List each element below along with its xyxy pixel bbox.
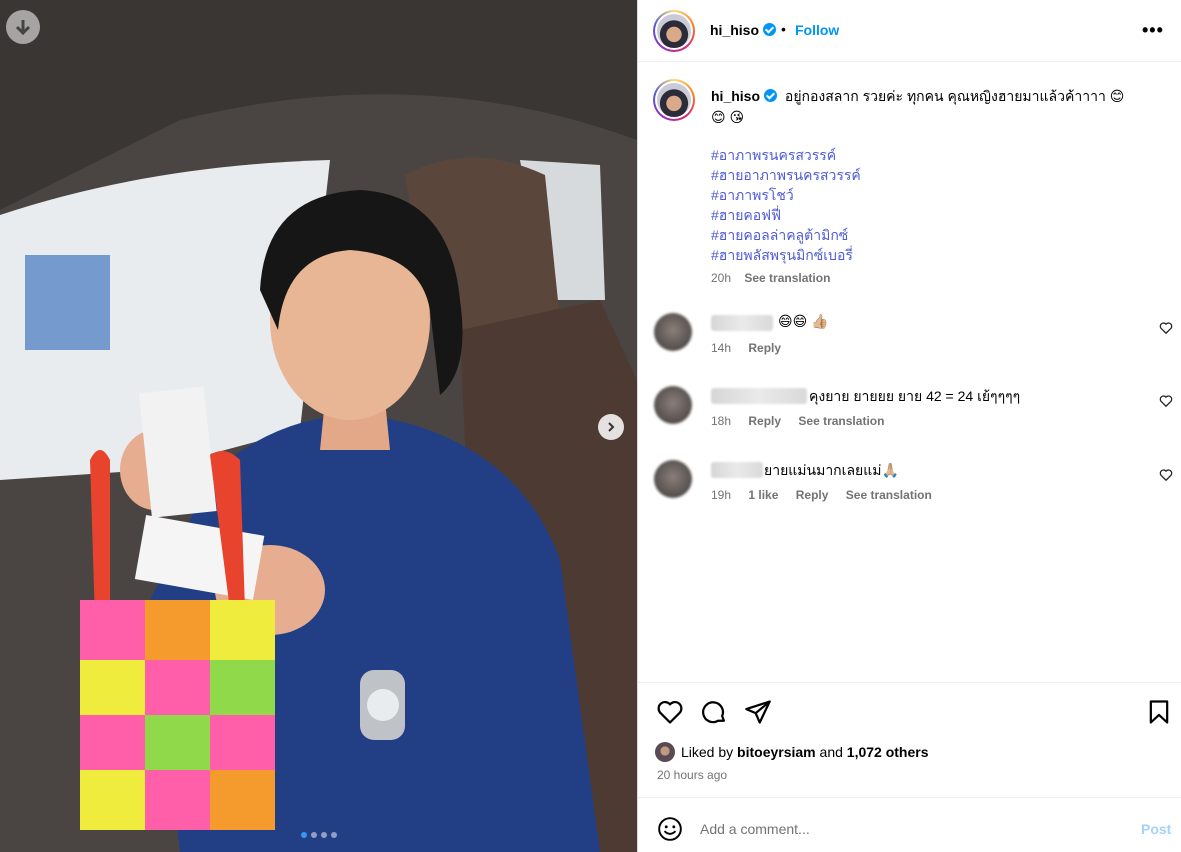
hashtag-link[interactable]: #อาภาพรนครสวรรค์: [711, 145, 861, 165]
see-translation-link[interactable]: See translation: [798, 414, 884, 428]
verified-badge-icon: [764, 89, 778, 102]
more-options-icon[interactable]: •••: [1142, 20, 1164, 41]
carousel-dot: [310, 832, 317, 838]
likes-joiner: and: [819, 744, 843, 760]
reply-button[interactable]: Reply: [748, 341, 781, 355]
comment-meta: 19h 1 like Reply See translation: [711, 488, 946, 502]
comment-item: 😄😄 👍🏼 14h Reply: [638, 313, 1181, 373]
arrow-down-icon: [15, 20, 31, 36]
carousel-indicator: [0, 832, 637, 838]
like-comment-heart-icon[interactable]: [1159, 468, 1173, 482]
comment-item: ยายแม่นมากเลยแม่🙏🏼 19h 1 like Reply See …: [638, 460, 1181, 520]
comment-text: 😄😄 👍🏼: [778, 313, 829, 329]
like-heart-icon[interactable]: [656, 698, 684, 726]
hashtag-link[interactable]: #อาภาพรโชว์: [711, 185, 861, 205]
commenter-username-blurred[interactable]: [711, 315, 773, 331]
download-button[interactable]: [6, 10, 40, 44]
like-comment-heart-icon[interactable]: [1159, 394, 1173, 408]
author-username[interactable]: hi_hiso: [710, 22, 777, 38]
comment-meta: 14h Reply: [711, 341, 795, 355]
save-bookmark-icon[interactable]: [1145, 698, 1173, 726]
likes-prefix: Liked by: [681, 744, 734, 760]
post-header: hi_hiso • Follow •••: [638, 0, 1181, 62]
likes-summary: Liked by bitoeyrsiam and 1,072 others: [655, 742, 929, 762]
likes-others-count[interactable]: 1,072 others: [847, 744, 929, 760]
post-details-panel: hi_hiso • Follow ••• hi_hiso อยู่กองสลาก…: [637, 0, 1181, 852]
commenter-username-blurred[interactable]: [711, 462, 763, 478]
see-translation-link[interactable]: See translation: [744, 271, 830, 285]
comment-time: 19h: [711, 488, 732, 502]
liker-avatar[interactable]: [655, 742, 675, 762]
comment-meta: 18h Reply See translation: [711, 414, 898, 428]
commenter-username-blurred[interactable]: [711, 388, 807, 404]
carousel-dot: [320, 832, 327, 838]
post-photo: [0, 0, 637, 852]
caption-text-line2: 😊 😘: [711, 109, 745, 125]
caption-text: อยู่กองสลาก รวยค่ะ ทุกคน คุณหญิงฮายมาแล้…: [784, 88, 1125, 104]
caption-author-avatar[interactable]: [653, 79, 695, 121]
comment-text: คุงยาย ยายยย ยาย 42 = 24 เย้ๆๆๆๆ: [809, 388, 1021, 404]
commenter-avatar[interactable]: [654, 460, 692, 498]
hashtag-link[interactable]: #ฮายคอลล่าคลูต้ามิกซ์: [711, 225, 861, 245]
reply-button[interactable]: Reply: [796, 488, 829, 502]
chevron-right-icon: [608, 422, 615, 432]
carousel-next-button[interactable]: [598, 414, 624, 440]
comment-input[interactable]: Add a comment...: [700, 821, 810, 837]
carousel-dot: [330, 832, 337, 838]
comment-like-count[interactable]: 1 like: [748, 488, 778, 502]
separator-dot: •: [781, 21, 786, 37]
author-avatar[interactable]: [653, 10, 695, 52]
see-translation-link[interactable]: See translation: [846, 488, 932, 502]
caption: hi_hiso อยู่กองสลาก รวยค่ะ ทุกคน คุณหญิง…: [711, 86, 1151, 128]
commenter-avatar[interactable]: [654, 386, 692, 424]
hashtag-link[interactable]: #ฮายอาภาพรนครสวรรค์: [711, 165, 861, 185]
like-comment-heart-icon[interactable]: [1159, 321, 1173, 335]
hashtag-link[interactable]: #ฮายพลัสพรุนมิกซ์เบอรี่: [711, 245, 861, 265]
comment-item: คุงยาย ยายยย ยาย 42 = 24 เย้ๆๆๆๆ 18h Rep…: [638, 386, 1181, 446]
commenter-avatar[interactable]: [654, 313, 692, 351]
comment-time: 18h: [711, 414, 732, 428]
add-comment-bar: Add a comment... Post: [638, 797, 1181, 852]
action-bar: [638, 682, 1181, 742]
carousel-dot: [300, 832, 307, 838]
post-comment-button[interactable]: Post: [1141, 821, 1171, 837]
comment-text: ยายแม่นมากเลยแม่🙏🏼: [764, 462, 899, 478]
verified-badge-icon: [763, 23, 777, 36]
post-media[interactable]: [0, 0, 637, 852]
reply-button[interactable]: Reply: [748, 414, 781, 428]
caption-username[interactable]: hi_hiso: [711, 88, 778, 104]
liker-username[interactable]: bitoeyrsiam: [737, 744, 816, 760]
hashtag-list: #อาภาพรนครสวรรค์ #ฮายอาภาพรนครสวรรค์ #อา…: [711, 145, 861, 265]
caption-time: 20h: [711, 271, 732, 285]
comment-bubble-icon[interactable]: [700, 698, 728, 726]
hashtag-link[interactable]: #ฮายคอฟฟี่: [711, 205, 861, 225]
share-send-icon[interactable]: [744, 698, 772, 726]
follow-button[interactable]: Follow: [795, 22, 839, 38]
emoji-smiley-icon[interactable]: [657, 816, 683, 842]
comment-time: 14h: [711, 341, 732, 355]
post-timestamp[interactable]: 20 hours ago: [657, 768, 727, 782]
caption-meta: 20h See translation: [711, 271, 830, 285]
